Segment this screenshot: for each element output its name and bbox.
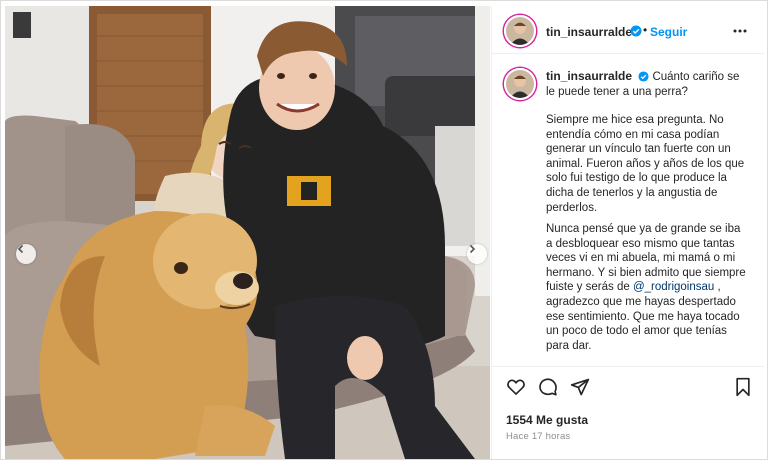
avatar-image	[506, 17, 534, 45]
post-actions: 1554 Me gusta Hace 17 horas	[492, 366, 764, 459]
avatar[interactable]	[504, 15, 536, 47]
verified-badge-icon	[638, 71, 649, 82]
comment-icon[interactable]	[538, 377, 558, 397]
caption-avatar[interactable]	[504, 68, 536, 100]
heart-icon[interactable]	[506, 377, 526, 397]
caption-paragraph-2: Nunca pensé que ya de grande se iba a de…	[546, 222, 748, 353]
caption-section: tin_insaurralde Cuánto cariño se le pued…	[492, 55, 764, 366]
instagram-post-window: tin_insaurralde • Seguir tin_insaurralde…	[0, 0, 768, 460]
more-options-icon[interactable]	[732, 23, 748, 39]
carousel-next-button[interactable]	[467, 244, 487, 264]
caption-first-line: tin_insaurralde Cuánto cariño se le pued…	[546, 69, 746, 99]
separator-dot: •	[643, 23, 648, 37]
post-timestamp[interactable]: Hace 17 horas	[506, 431, 570, 442]
chevron-left-icon	[17, 244, 24, 254]
chevron-right-icon	[469, 244, 476, 254]
post-photo-illustration	[5, 6, 490, 459]
caption-paragraph-1: Siempre me hice esa pregunta. No entendí…	[546, 114, 745, 214]
mention-link[interactable]: @_rodrigoinsau	[633, 281, 714, 293]
avatar-image	[506, 70, 534, 98]
caption-username-link[interactable]: tin_insaurralde	[546, 69, 632, 83]
post-photo[interactable]	[5, 6, 490, 459]
share-icon[interactable]	[570, 377, 590, 397]
follow-button[interactable]: Seguir	[650, 25, 687, 39]
carousel-prev-button[interactable]	[16, 244, 36, 264]
post-header: tin_insaurralde • Seguir	[492, 6, 764, 54]
bookmark-icon[interactable]	[734, 377, 752, 397]
username-link[interactable]: tin_insaurralde	[546, 25, 632, 39]
verified-badge-icon	[630, 25, 642, 37]
likes-count[interactable]: 1554 Me gusta	[506, 413, 588, 427]
post-side-panel: tin_insaurralde • Seguir tin_insaurralde…	[491, 6, 764, 459]
